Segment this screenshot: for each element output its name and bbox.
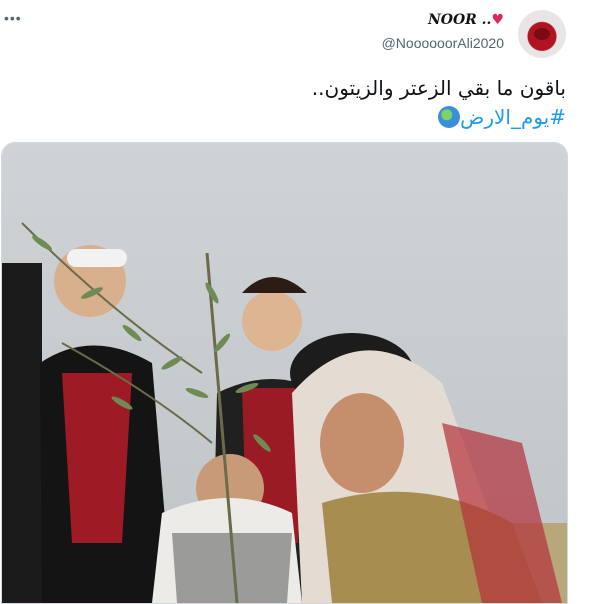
globe-icon xyxy=(438,106,461,128)
tweet-text: باقون ما بقي الزعتر والزيتون.. #يوم_الار… xyxy=(46,74,566,132)
tweet-photo[interactable] xyxy=(1,142,568,604)
author-display-name[interactable]: NOOR ..♥ xyxy=(428,12,504,28)
heart-icon: ♥ xyxy=(491,12,504,28)
more-options-button[interactable]: ••• xyxy=(4,10,22,26)
hashtag-link[interactable]: #يوم_الارض xyxy=(460,105,566,129)
avatar[interactable] xyxy=(518,10,566,58)
tweet-body: باقون ما بقي الزعتر والزيتون.. xyxy=(311,76,566,100)
author-handle[interactable]: @NoooooorAli2020 xyxy=(382,35,504,51)
